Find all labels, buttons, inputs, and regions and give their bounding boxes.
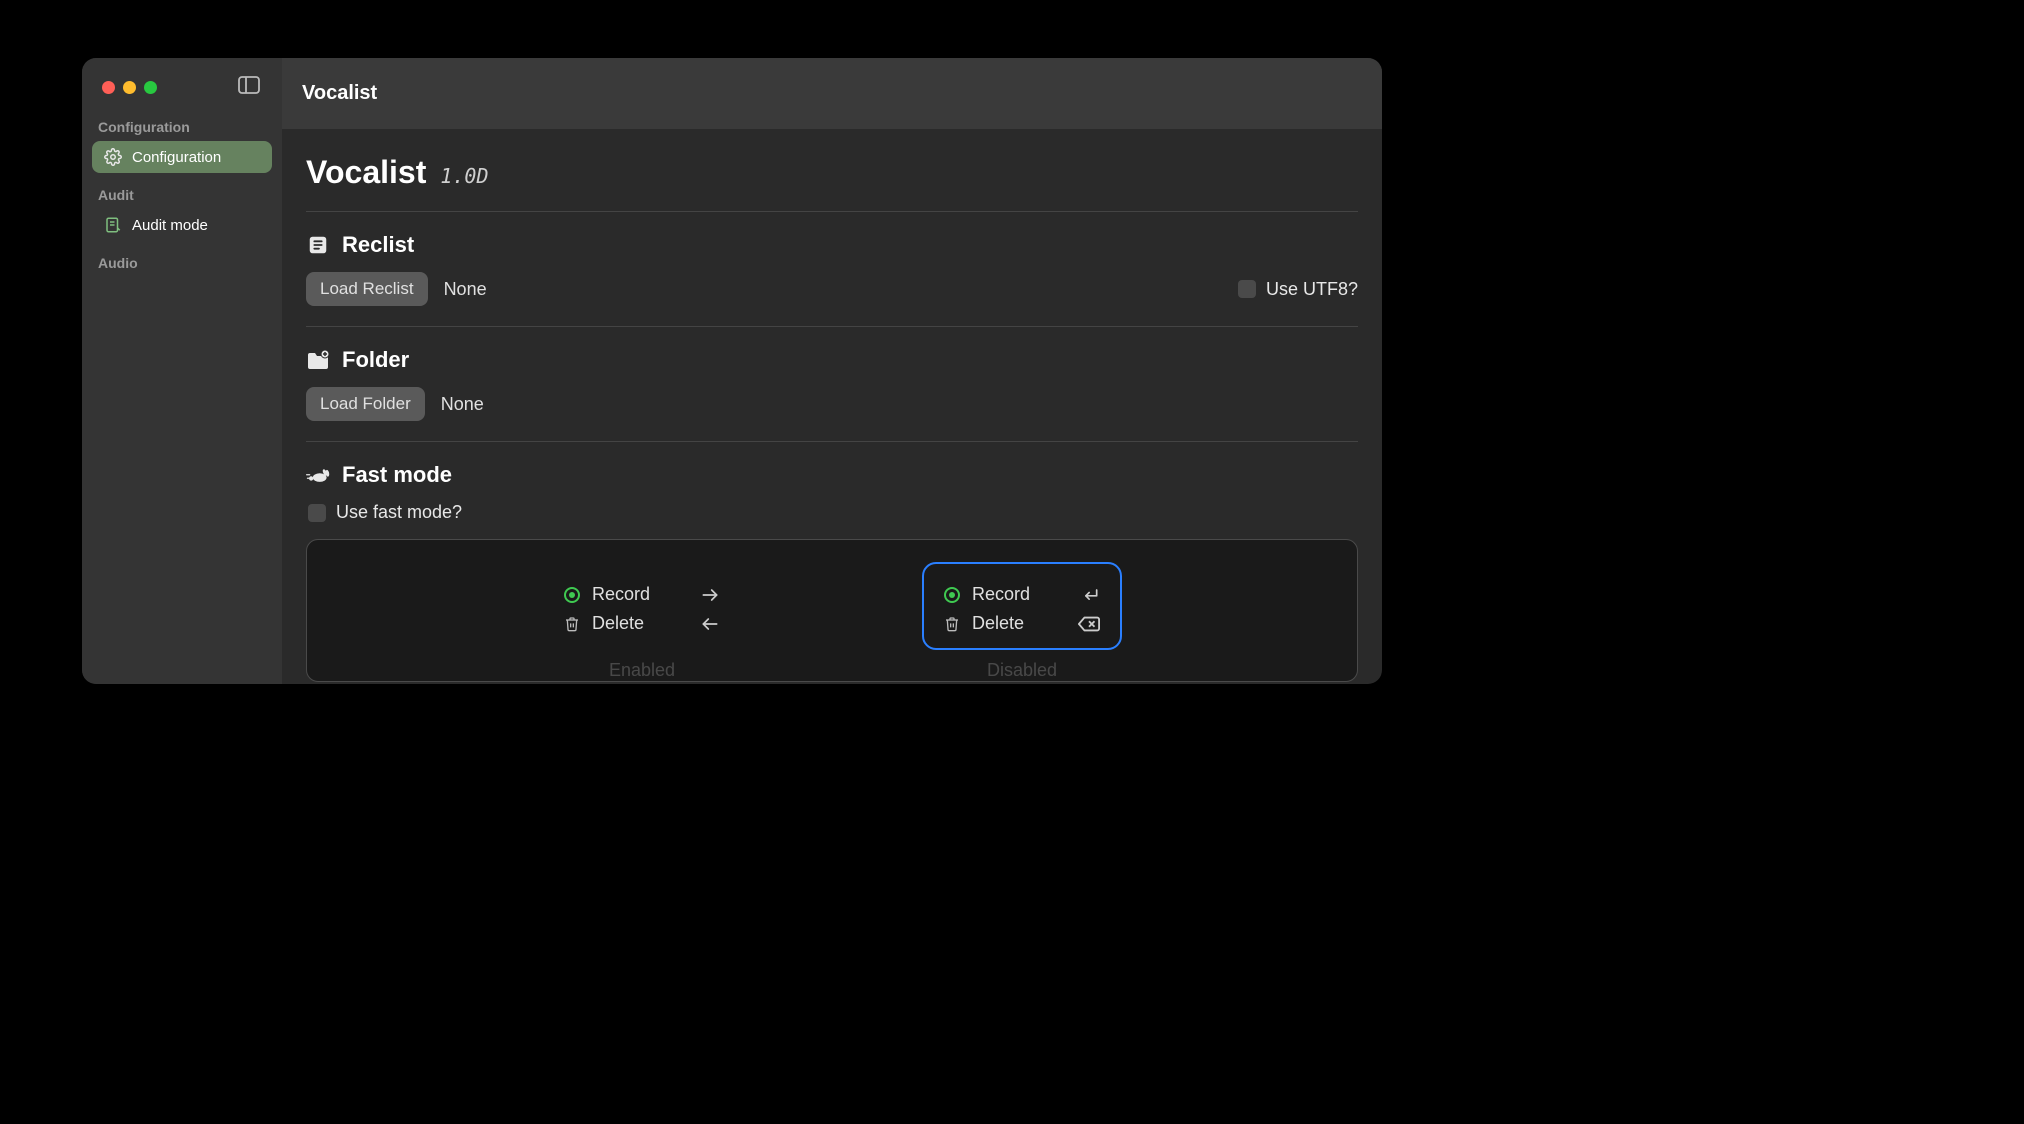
sidebar-section-audio: Audio	[82, 245, 282, 277]
section-header-reclist: Reclist	[306, 232, 1358, 258]
clipboard-icon	[104, 216, 122, 234]
header: Vocalist	[282, 58, 1382, 130]
window-controls	[82, 58, 282, 109]
fast-mode-panel: Record Delete	[306, 539, 1358, 682]
folder-value: None	[441, 394, 484, 415]
reclist-heading: Reclist	[342, 232, 414, 258]
arrow-left-icon	[700, 614, 720, 634]
page-title: Vocalist	[306, 154, 426, 191]
rabbit-icon	[306, 463, 330, 487]
disabled-delete-row: Delete	[944, 609, 1100, 638]
section-header-fastmode: Fast mode	[306, 462, 1358, 488]
use-utf8-checkbox[interactable]	[1238, 280, 1256, 298]
folder-heading: Folder	[342, 347, 409, 373]
gear-icon	[104, 148, 122, 166]
header-title: Vocalist	[302, 82, 377, 105]
fast-mode-enabled-card[interactable]: Record Delete	[542, 562, 742, 650]
sidebar-toggle-icon[interactable]	[238, 76, 260, 99]
main-content: Vocalist 1.0D Reclist	[282, 130, 1382, 684]
use-fast-mode-checkbox[interactable]	[308, 504, 326, 522]
disabled-delete-label: Delete	[972, 613, 1024, 634]
trash-icon	[944, 615, 960, 633]
app-window: Configuration Configuration Audit Audi	[82, 58, 1382, 684]
use-fast-mode-label: Use fast mode?	[336, 502, 462, 523]
sidebar-section-audit: Audit	[82, 177, 282, 209]
backspace-key-icon	[1078, 615, 1100, 633]
trash-icon	[564, 615, 580, 633]
close-window-button[interactable]	[102, 81, 115, 94]
disabled-record-label: Record	[972, 584, 1030, 605]
sidebar-item-label: Configuration	[132, 149, 221, 166]
sidebar: Configuration Configuration Audit Audi	[82, 58, 282, 684]
folder-plus-icon	[306, 348, 330, 372]
sidebar-section-configuration: Configuration	[82, 109, 282, 141]
enabled-delete-label: Delete	[592, 613, 644, 634]
sidebar-item-label: Audit mode	[132, 217, 208, 234]
list-icon	[306, 233, 330, 257]
arrow-right-icon	[700, 585, 720, 605]
sidebar-item-audit-mode[interactable]: Audit mode	[92, 209, 272, 241]
content-column: Vocalist Vocalist 1.0D	[282, 58, 1382, 684]
record-icon	[944, 587, 960, 603]
return-key-icon	[1080, 585, 1100, 605]
load-reclist-button[interactable]: Load Reclist	[306, 272, 428, 306]
enabled-caption: Enabled	[542, 660, 742, 681]
section-reclist: Reclist Load Reclist None Use UTF8?	[306, 212, 1358, 327]
disabled-record-row: Record	[944, 580, 1100, 609]
enabled-record-row: Record	[564, 580, 720, 609]
fast-mode-enabled-column: Record Delete	[542, 562, 742, 681]
minimize-window-button[interactable]	[123, 81, 136, 94]
load-folder-button[interactable]: Load Folder	[306, 387, 425, 421]
page-title-row: Vocalist 1.0D	[306, 154, 1358, 212]
version-label: 1.0D	[440, 164, 488, 188]
record-icon	[564, 587, 580, 603]
section-fast-mode: Fast mode Use fast mode? Record	[306, 442, 1358, 684]
fullscreen-window-button[interactable]	[144, 81, 157, 94]
sidebar-item-configuration[interactable]: Configuration	[92, 141, 272, 173]
fast-mode-disabled-card[interactable]: Record Delete	[922, 562, 1122, 650]
fastmode-heading: Fast mode	[342, 462, 452, 488]
fast-mode-disabled-column: Record Delete	[922, 562, 1122, 681]
enabled-delete-row: Delete	[564, 609, 720, 638]
section-folder: Folder Load Folder None	[306, 327, 1358, 442]
enabled-record-label: Record	[592, 584, 650, 605]
disabled-caption: Disabled	[922, 660, 1122, 681]
use-utf8-label: Use UTF8?	[1266, 279, 1358, 300]
section-header-folder: Folder	[306, 347, 1358, 373]
reclist-value: None	[444, 279, 487, 300]
